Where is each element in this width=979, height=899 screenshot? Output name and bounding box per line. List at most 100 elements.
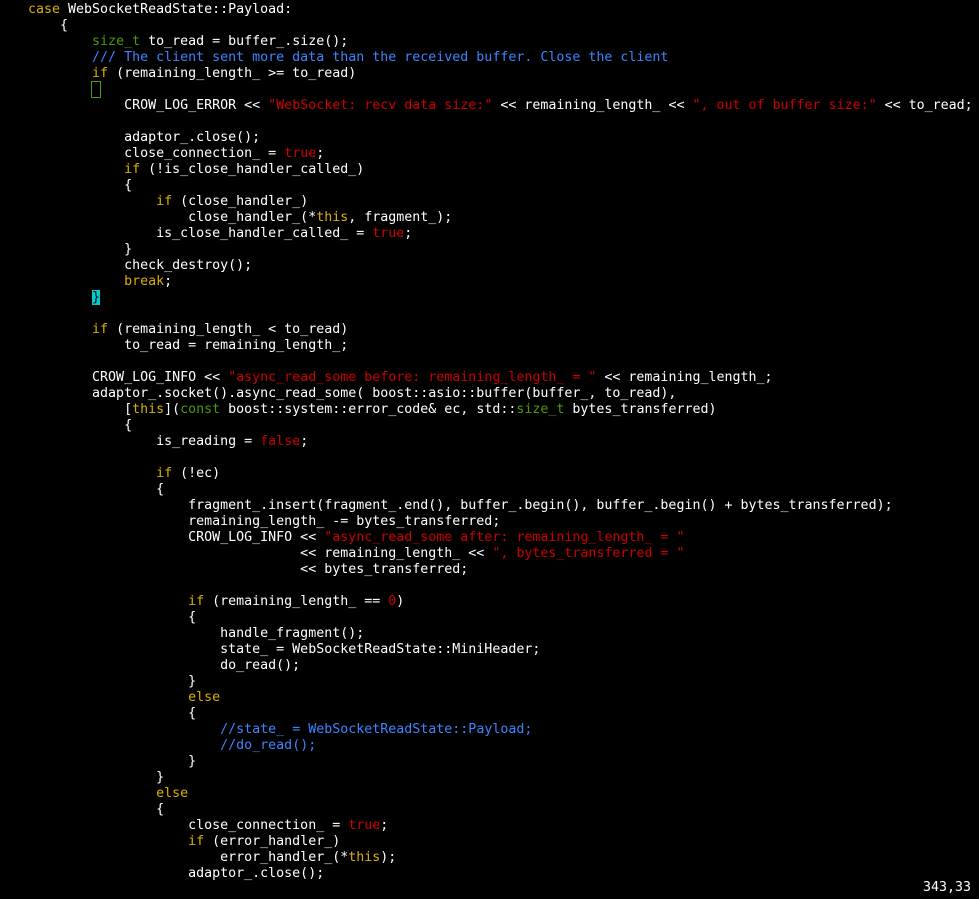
code-line[interactable]: {: [28, 418, 979, 434]
code-token: adaptor_.socket().async_read_some( boost…: [28, 386, 677, 401]
code-line[interactable]: [28, 354, 979, 370]
code-token: {: [28, 802, 165, 817]
code-line[interactable]: if (remaining_length_ >= to_read): [28, 66, 979, 82]
code-line[interactable]: check_destroy();: [28, 258, 979, 274]
code-line[interactable]: [28, 306, 979, 322]
code-line[interactable]: {: [28, 482, 979, 498]
comment-token: //do_read();: [220, 738, 317, 753]
code-line[interactable]: if (!is_close_handler_called_): [28, 162, 979, 178]
code-token: {: [28, 610, 197, 625]
code-line[interactable]: }: [28, 674, 979, 690]
code-line[interactable]: adaptor_.close();: [28, 866, 979, 882]
code-token: close_connection_ =: [28, 146, 285, 161]
code-line[interactable]: }: [28, 754, 979, 770]
code-line[interactable]: if (remaining_length_ == 0): [28, 594, 979, 610]
keyword-token: else: [156, 786, 189, 801]
literal-token: true: [348, 818, 381, 833]
code-line[interactable]: if (remaining_length_ < to_read): [28, 322, 979, 338]
code-editor[interactable]: case WebSocketReadState::Payload: { size…: [28, 2, 979, 882]
code-line[interactable]: CROW_LOG_ERROR << "WebSocket: recv data …: [28, 98, 979, 114]
keyword-token: if: [156, 194, 173, 209]
code-token: }: [28, 754, 197, 769]
code-line[interactable]: {: [28, 81, 979, 98]
code-line[interactable]: {: [28, 802, 979, 818]
code-line[interactable]: is_reading = false;: [28, 434, 979, 450]
code-token: do_read();: [28, 658, 301, 673]
code-line[interactable]: adaptor_.close();: [28, 130, 979, 146]
code-token: CROW_LOG_INFO <<: [28, 530, 325, 545]
code-line[interactable]: remaining_length_ -= bytes_transferred;: [28, 514, 979, 530]
code-token: << to_read;: [876, 98, 973, 113]
code-line[interactable]: << bytes_transferred;: [28, 562, 979, 578]
code-line[interactable]: {: [28, 18, 979, 34]
code-token: {: [28, 706, 197, 721]
code-line[interactable]: //do_read();: [28, 738, 979, 754]
keyword-token: if: [156, 466, 173, 481]
code-line[interactable]: }: [28, 242, 979, 258]
code-line[interactable]: << remaining_length_ << ", bytes_transfe…: [28, 546, 979, 562]
code-line[interactable]: fragment_.insert(fragment_.end(), buffer…: [28, 498, 979, 514]
code-token: CROW_LOG_INFO <<: [28, 370, 229, 385]
code-line[interactable]: do_read();: [28, 658, 979, 674]
code-line[interactable]: if (error_handler_): [28, 834, 979, 850]
code-token: << bytes_transferred;: [28, 562, 469, 577]
code-line[interactable]: {: [28, 706, 979, 722]
code-token: handle_fragment();: [28, 626, 365, 641]
code-line[interactable]: break;: [28, 274, 979, 290]
code-line[interactable]: [28, 114, 979, 130]
code-token: }: [28, 674, 197, 689]
keyword-token: case: [28, 2, 61, 17]
code-line[interactable]: if (!ec): [28, 466, 979, 482]
code-line[interactable]: else: [28, 786, 979, 802]
code-line[interactable]: to_read = remaining_length_;: [28, 338, 979, 354]
code-token: (remaining_length_ ==: [204, 594, 389, 609]
code-line[interactable]: close_handler_(*this, fragment_);: [28, 210, 979, 226]
code-token: remaining_length_ -= bytes_transferred;: [28, 514, 501, 529]
code-line[interactable]: }: [28, 770, 979, 786]
code-line[interactable]: error_handler_(*this);: [28, 850, 979, 866]
code-token: , fragment_);: [348, 210, 453, 225]
code-token: is_reading =: [28, 434, 261, 449]
code-line[interactable]: /// The client sent more data than the r…: [28, 50, 979, 66]
code-token: {: [28, 418, 133, 433]
code-token: );: [380, 850, 397, 865]
code-line[interactable]: [28, 450, 979, 466]
code-line[interactable]: CROW_LOG_INFO << "async_read_some after:…: [28, 530, 979, 546]
code-line[interactable]: state_ = WebSocketReadState::MiniHeader;: [28, 642, 979, 658]
keyword-token: break: [124, 274, 165, 289]
type-token: size_t: [92, 34, 141, 49]
keyword-token: this: [348, 850, 381, 865]
code-line[interactable]: {: [28, 178, 979, 194]
code-token: fragment_.insert(fragment_.end(), buffer…: [28, 498, 893, 513]
code-line[interactable]: else: [28, 690, 979, 706]
code-line[interactable]: adaptor_.socket().async_read_some( boost…: [28, 386, 979, 402]
keyword-token: this: [132, 402, 165, 417]
code-token: ;: [300, 434, 309, 449]
code-token: (close_handler_): [172, 194, 309, 209]
code-line[interactable]: close_connection_ = true;: [28, 818, 979, 834]
keyword-token: if: [188, 594, 205, 609]
code-line[interactable]: size_t to_read = buffer_.size();: [28, 34, 979, 50]
keyword-token: if: [188, 834, 205, 849]
code-line[interactable]: case WebSocketReadState::Payload:: [28, 2, 979, 18]
code-token: (!ec): [172, 466, 221, 481]
code-line[interactable]: {: [28, 610, 979, 626]
code-line[interactable]: handle_fragment();: [28, 626, 979, 642]
code-line[interactable]: CROW_LOG_INFO << "async_read_some before…: [28, 370, 979, 386]
code-token: (remaining_length_ >= to_read): [108, 66, 357, 81]
code-token: to_read = remaining_length_;: [28, 338, 349, 353]
text-cursor: }: [92, 290, 101, 305]
code-line[interactable]: [28, 578, 979, 594]
code-line[interactable]: }: [28, 290, 979, 306]
string-token: ", out of buffer size:": [692, 98, 877, 113]
code-token: {: [28, 482, 165, 497]
code-line[interactable]: is_close_handler_called_ = true;: [28, 226, 979, 242]
code-line[interactable]: //state_ = WebSocketReadState::Payload;: [28, 722, 979, 738]
code-token: ;: [404, 226, 413, 241]
code-line[interactable]: [this](const boost::system::error_code& …: [28, 402, 979, 418]
code-line[interactable]: if (close_handler_): [28, 194, 979, 210]
code-line[interactable]: close_connection_ = true;: [28, 146, 979, 162]
